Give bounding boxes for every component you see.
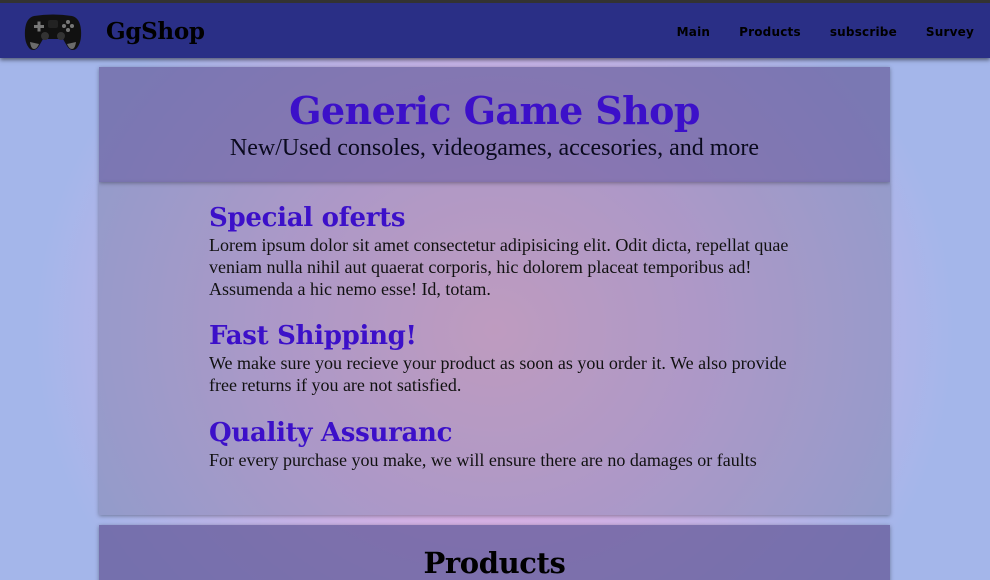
feature-text: Lorem ipsum dolor sit amet consectetur a… (209, 235, 789, 299)
feature-text: We make sure you recieve your product as… (209, 353, 787, 395)
feature-text: For every purchase you make, we will ens… (209, 450, 757, 470)
feature-heading: Quality Assuranc (209, 418, 453, 448)
gamepad-icon[interactable] (24, 12, 82, 52)
nav-link-subscribe[interactable]: subscribe (830, 25, 897, 39)
hero-title: Generic Game Shop (289, 88, 700, 133)
nav-links: Main Products subscribe Survey (648, 25, 974, 39)
feature-heading: Special oferts (209, 203, 406, 233)
nav-link-main[interactable]: Main (677, 25, 711, 39)
feature-quality-assurance: Quality Assuranc For every purchase you … (209, 417, 799, 471)
nav-link-products[interactable]: Products (739, 25, 801, 39)
features-section: Special oferts Lorem ipsum dolor sit ame… (99, 182, 890, 515)
products-section: Products (99, 525, 890, 580)
feature-special-offers: Special oferts Lorem ipsum dolor sit ame… (209, 202, 799, 300)
hero-subtitle: New/Used consoles, videogames, accesorie… (229, 135, 760, 161)
hero-section: Generic Game Shop New/Used consoles, vid… (99, 67, 890, 182)
navbar: GgShop Main Products subscribe Survey (0, 0, 990, 58)
feature-heading: Fast Shipping! (209, 321, 417, 351)
nav-link-survey[interactable]: Survey (926, 25, 974, 39)
products-title: Products (423, 546, 566, 580)
feature-fast-shipping: Fast Shipping! We make sure you recieve … (209, 320, 799, 396)
brand-name[interactable]: GgShop (106, 18, 205, 45)
